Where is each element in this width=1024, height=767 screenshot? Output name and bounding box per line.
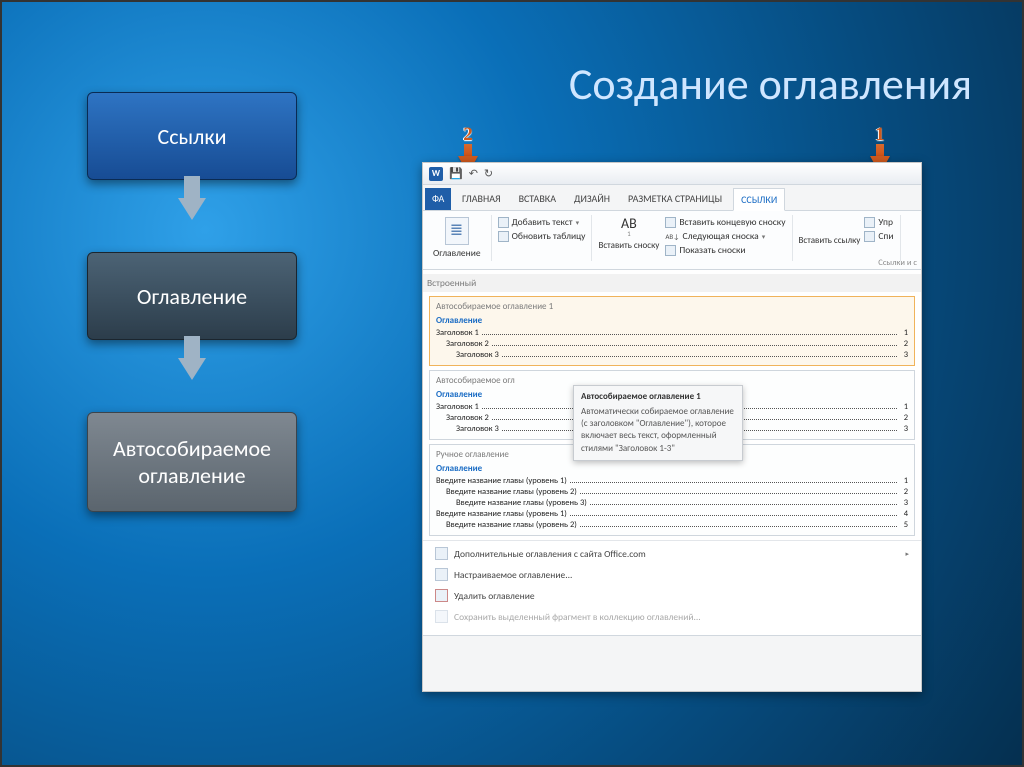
tab-layout[interactable]: РАЗМЕТКА СТРАНИЦЫ bbox=[621, 188, 729, 210]
ribbon-tabs: ФА ГЛАВНАЯ ВСТАВКА ДИЗАЙН РАЗМЕТКА СТРАН… bbox=[423, 185, 921, 211]
insert-footnote-button[interactable]: AB 1 Вставить сноску bbox=[598, 215, 659, 261]
show-footnotes-button[interactable]: Показать сноски bbox=[665, 243, 785, 257]
add-text-icon bbox=[498, 217, 509, 228]
gallery-option-title: Автособираемое оглавление 1 bbox=[436, 301, 908, 312]
tab-insert[interactable]: ВСТАВКА bbox=[512, 188, 563, 210]
word-screenshot: W 💾 ↶ ↻ ФА ГЛАВНАЯ ВСТАВКА ДИЗАЙН РАЗМЕТ… bbox=[422, 162, 922, 692]
biblio-icon bbox=[864, 231, 875, 242]
tooltip-title: Автособираемое оглавление 1 bbox=[581, 391, 735, 403]
toc-button[interactable]: Оглавление bbox=[429, 215, 485, 261]
custom-toc-icon bbox=[435, 568, 448, 581]
gallery-header-builtin: Встроенный bbox=[423, 274, 921, 292]
tab-home[interactable]: ГЛАВНАЯ bbox=[455, 188, 508, 210]
ribbon-group-toc: Оглавление bbox=[423, 215, 492, 261]
toc-gallery: Встроенный Автособираемое оглавление 1 О… bbox=[423, 270, 921, 636]
save-selection-icon bbox=[435, 610, 448, 623]
slide-title: Создание оглавления bbox=[569, 57, 972, 111]
word-app-icon: W bbox=[429, 167, 443, 181]
tooltip-body: Автоматически собираемое оглавление (с з… bbox=[581, 406, 735, 455]
bibliography-button[interactable]: Спи bbox=[864, 229, 893, 243]
link-icon bbox=[819, 215, 839, 235]
undo-icon[interactable]: ↶ bbox=[469, 167, 478, 180]
tab-design[interactable]: ДИЗАЙН bbox=[567, 188, 617, 210]
custom-toc-button[interactable]: Настраиваемое оглавление... bbox=[429, 564, 915, 585]
remove-toc-button[interactable]: Удалить оглавление bbox=[429, 585, 915, 606]
redo-icon[interactable]: ↻ bbox=[484, 167, 493, 180]
ribbon-group-footnotes: AB 1 Вставить сноску Вставить концевую с… bbox=[592, 215, 792, 261]
arrow-down-icon bbox=[178, 358, 206, 380]
office-icon bbox=[435, 547, 448, 560]
arrow-down-icon bbox=[178, 198, 206, 220]
toc-icon bbox=[445, 217, 469, 245]
gallery-option-auto1[interactable]: Автособираемое оглавление 1 Оглавление З… bbox=[429, 296, 915, 366]
manage-sources-button[interactable]: Упр bbox=[864, 215, 893, 229]
manage-icon bbox=[864, 217, 875, 228]
flow-step-links: Ссылки bbox=[87, 92, 297, 180]
update-table-button[interactable]: Обновить таблицу bbox=[498, 229, 586, 243]
remove-toc-icon bbox=[435, 589, 448, 602]
next-footnote-button[interactable]: AB↓Следующая сноска▾ bbox=[665, 229, 785, 243]
ribbon-group-label-links: Ссылки и с bbox=[878, 258, 917, 268]
flow-step-toc: Оглавление bbox=[87, 252, 297, 340]
ribbon-group-toc-tools: Добавить текст▾ Обновить таблицу bbox=[492, 215, 593, 261]
update-table-icon bbox=[498, 231, 509, 242]
show-notes-icon bbox=[665, 245, 676, 256]
save-selection-button: Сохранить выделенный фрагмент в коллекци… bbox=[429, 606, 915, 627]
tooltip: Автособираемое оглавление 1 Автоматическ… bbox=[573, 385, 743, 461]
save-icon[interactable]: 💾 bbox=[449, 167, 463, 180]
tab-references[interactable]: ССЫЛКИ bbox=[733, 188, 785, 211]
flow-step-auto-toc: Автособираемое оглавление bbox=[87, 412, 297, 512]
quick-access-toolbar: W 💾 ↶ ↻ bbox=[423, 163, 921, 185]
ribbon-group-links: Вставить ссылку Упр Спи bbox=[793, 215, 901, 261]
tab-file[interactable]: ФА bbox=[425, 188, 451, 210]
insert-endnote-button[interactable]: Вставить концевую сноску bbox=[665, 215, 785, 229]
add-text-button[interactable]: Добавить текст▾ bbox=[498, 215, 586, 229]
process-flow: Ссылки Оглавление Автособираемое оглавле… bbox=[72, 92, 312, 512]
ribbon: Оглавление Добавить текст▾ Обновить табл… bbox=[423, 211, 921, 270]
more-from-office-button[interactable]: Дополнительные оглавления с сайта Office… bbox=[429, 543, 915, 564]
toc-button-label: Оглавление bbox=[433, 247, 481, 259]
insert-link-button[interactable]: Вставить ссылку bbox=[799, 215, 861, 261]
endnote-icon bbox=[665, 217, 676, 228]
